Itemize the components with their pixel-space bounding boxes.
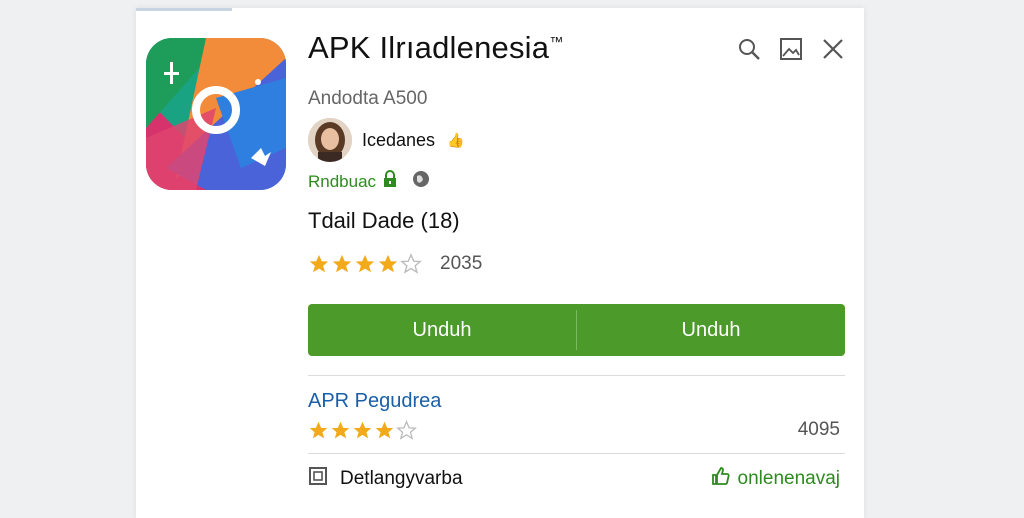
star-icon [375, 421, 394, 439]
star-icon [332, 254, 352, 273]
details-text: Tdail Dade (18) [308, 208, 460, 233]
app-subtitle: Andodta A500 [308, 88, 428, 109]
globe-icon [412, 170, 430, 193]
close-icon[interactable] [820, 36, 846, 62]
star-icon [378, 254, 398, 273]
developer-row: Icedanes 👍 [308, 118, 465, 162]
rating-row: 2035 [308, 253, 482, 275]
star-empty-icon [400, 253, 422, 274]
badge-label: Rndbuac [308, 171, 377, 191]
divider [308, 375, 845, 376]
star-icon [309, 254, 329, 273]
app-detail-card: APK Ilrıadlenesia™ Andodta A500 Icedanes… [136, 8, 864, 518]
footer-right-item[interactable]: onlenenavaj [710, 466, 840, 491]
rating-stars [308, 253, 422, 275]
divider [308, 453, 845, 454]
avatar [308, 118, 352, 162]
lock-icon [382, 170, 398, 193]
box-icon [308, 466, 328, 491]
star-icon [353, 421, 372, 439]
thumbs-up-icon [710, 466, 730, 491]
toolbar [736, 36, 846, 62]
star-icon [309, 421, 328, 439]
top-accent-bar [136, 8, 232, 11]
star-icon [331, 421, 350, 439]
developer-name[interactable]: Icedanes [362, 130, 435, 151]
related-app-link[interactable]: APR Pegudrea [308, 390, 441, 413]
related-count: 4095 [797, 419, 840, 440]
star-icon [355, 254, 375, 273]
trademark-symbol: ™ [549, 33, 564, 50]
image-icon[interactable] [778, 36, 804, 62]
hand-icon: 👍 [447, 131, 465, 148]
star-empty-icon [396, 420, 417, 440]
footer-left-label: Detlangyvarba [340, 467, 463, 489]
badge-row: Rndbuac [308, 170, 430, 193]
related-rating-stars [308, 420, 417, 441]
footer-right-label: onlenenavaj [737, 467, 840, 489]
app-title: APK Ilrıadlenesia™ [308, 30, 563, 66]
footer-left-item[interactable]: Detlangyvarba [308, 466, 463, 491]
app-logo [146, 38, 286, 190]
rating-count: 2035 [440, 253, 483, 274]
download-label-right[interactable]: Unduh [577, 304, 845, 356]
app-title-text: APK Ilrıadlenesia [308, 30, 550, 65]
search-icon[interactable] [736, 36, 762, 62]
download-label-left[interactable]: Unduh [308, 304, 576, 356]
download-button[interactable]: Unduh Unduh [308, 304, 845, 356]
